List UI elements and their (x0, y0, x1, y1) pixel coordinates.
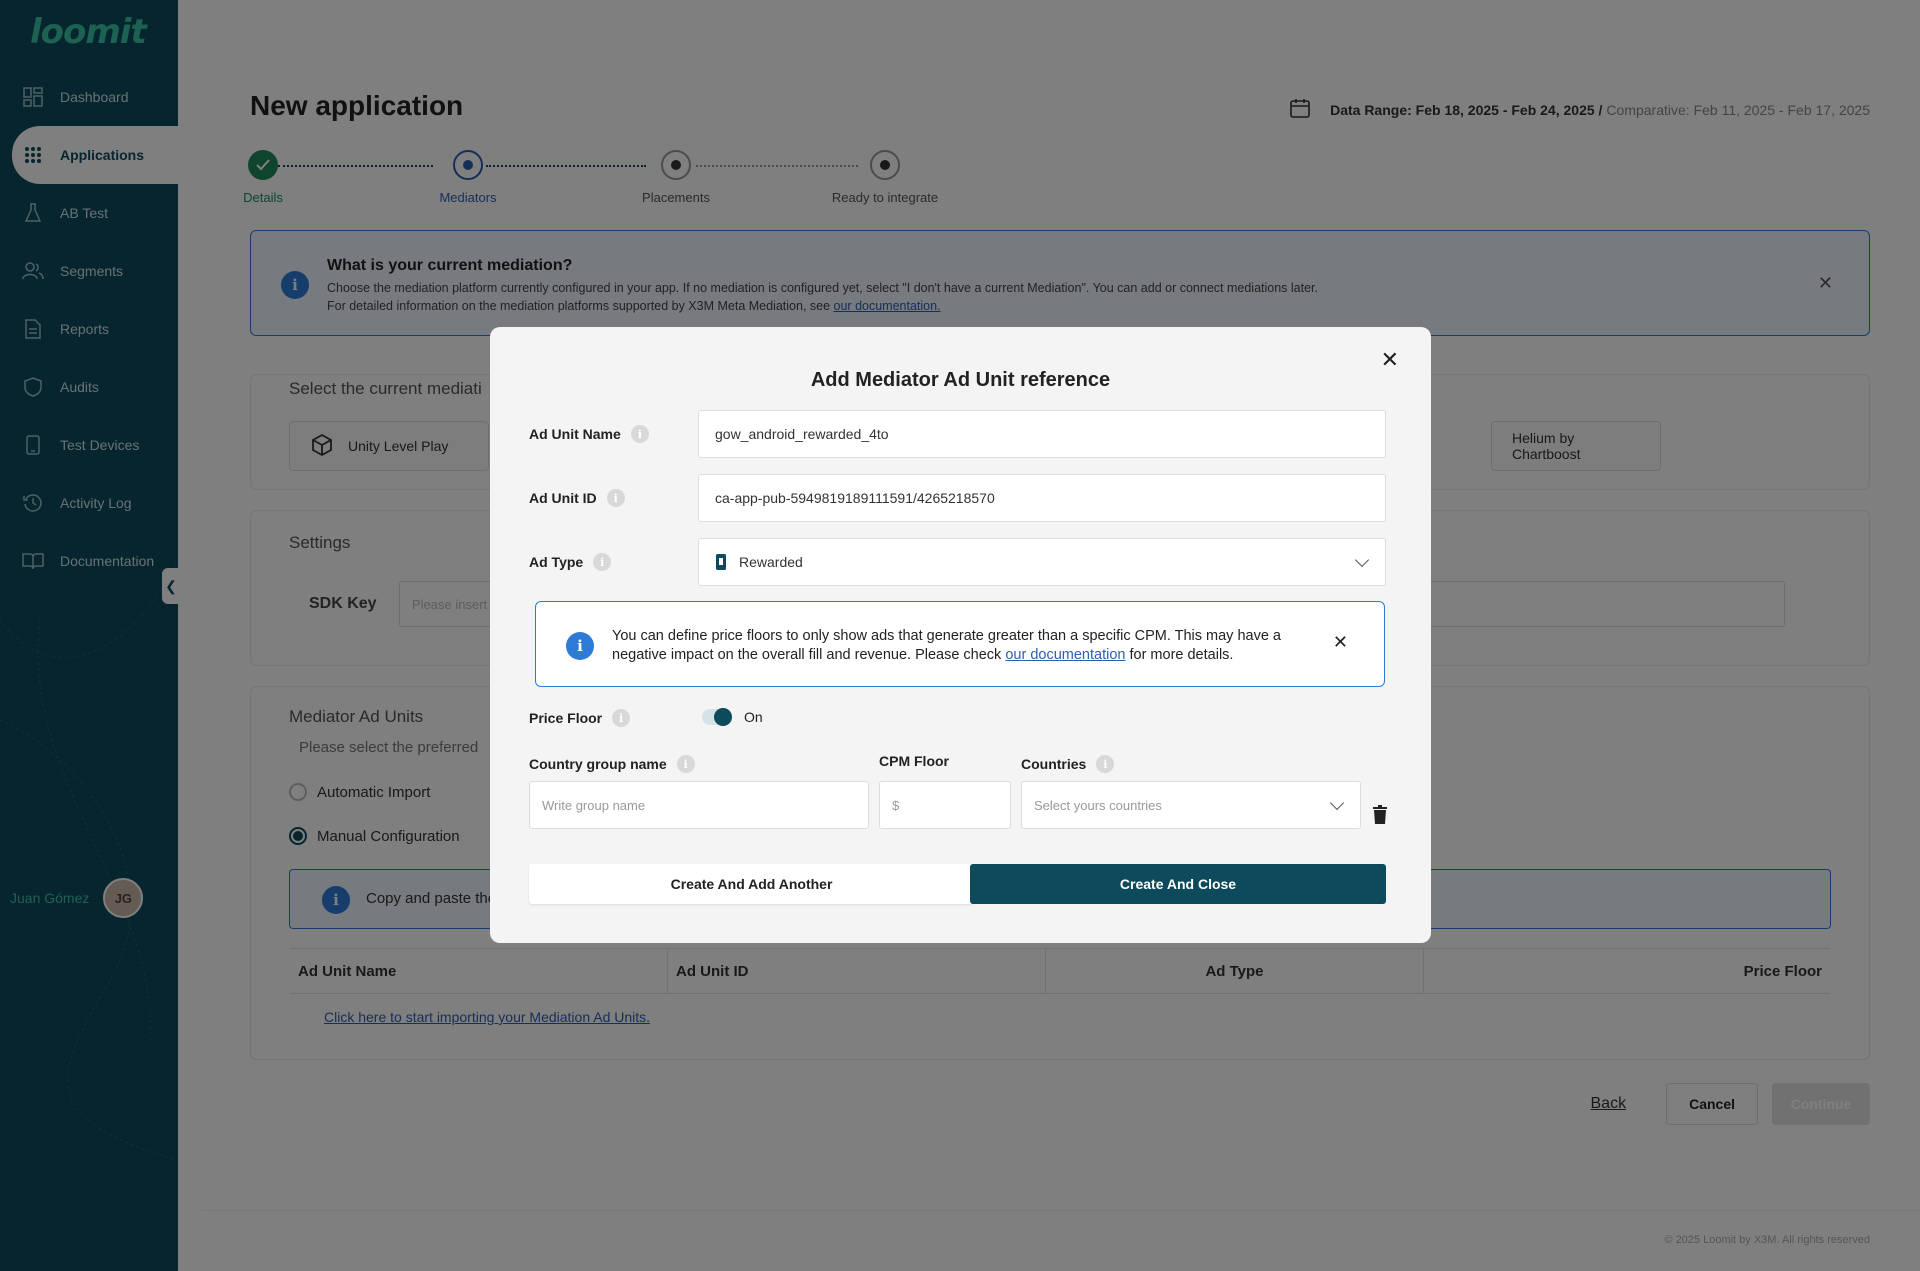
field-label-text: Country group name (529, 756, 667, 772)
ad-type-value: Rewarded (739, 554, 803, 570)
modal-title: Add Mediator Ad Unit reference (810, 369, 1111, 391)
price-floor-info-text: You can define price floors to only show… (612, 627, 1312, 665)
ad-unit-id-input[interactable]: ca-app-pub-5949819189111591/4265218570 (698, 474, 1386, 522)
field-label-text: Countries (1021, 756, 1087, 772)
toggle-knob (714, 708, 732, 726)
info-icon: i (566, 632, 594, 660)
create-and-add-another-button[interactable]: Create And Add Another (529, 864, 974, 904)
info-hint-icon[interactable]: i (593, 553, 612, 571)
ad-type-select[interactable]: Rewarded (698, 538, 1386, 586)
field-label-text: Ad Type (529, 554, 584, 570)
countries-placeholder: Select yours countries (1034, 797, 1162, 813)
trash-icon[interactable] (1372, 805, 1388, 830)
info-hint-icon[interactable]: i (1096, 755, 1115, 773)
field-label-text: CPM Floor (879, 753, 949, 769)
toggle-track (702, 708, 732, 726)
field-label-text: Ad Unit Name (529, 426, 621, 442)
ad-unit-name-label: Ad Unit Name i (529, 425, 649, 443)
price-floor-toggle[interactable]: On (702, 708, 763, 726)
field-label-text: Price Floor (529, 710, 603, 726)
chevron-down-icon (1354, 552, 1370, 568)
price-floor-label: Price Floor i (529, 709, 631, 727)
country-group-label: Country group name i (529, 755, 695, 773)
ad-type-label: Ad Type i (529, 553, 612, 571)
price-floor-info: i You can define price floors to only sh… (535, 601, 1385, 687)
ad-unit-id-label: Ad Unit ID i (529, 489, 625, 507)
info-hint-icon[interactable]: i (630, 425, 649, 443)
add-ad-unit-modal: ✕ Add Mediator Ad Unit reference Ad Unit… (490, 327, 1431, 943)
create-and-close-button[interactable]: Create And Close (970, 864, 1386, 904)
info-text: for more details. (1125, 647, 1234, 663)
cpm-floor-label: CPM Floor (879, 753, 949, 769)
country-group-input[interactable]: Write group name (529, 781, 869, 829)
documentation-link[interactable]: our documentation (1005, 647, 1125, 663)
info-hint-icon[interactable]: i (676, 755, 695, 773)
countries-select[interactable]: Select yours countries (1021, 781, 1361, 829)
close-icon[interactable]: ✕ (1333, 632, 1348, 653)
info-hint-icon[interactable]: i (612, 709, 631, 727)
toggle-state: On (744, 709, 763, 725)
cpm-floor-input[interactable]: $ (879, 781, 1011, 829)
info-hint-icon[interactable]: i (606, 489, 625, 507)
rewarded-icon (715, 553, 727, 571)
ad-unit-name-input[interactable]: gow_android_rewarded_4to (698, 410, 1386, 458)
field-label-text: Ad Unit ID (529, 490, 597, 506)
chevron-down-icon (1329, 795, 1345, 811)
countries-label: Countries i (1021, 755, 1115, 773)
